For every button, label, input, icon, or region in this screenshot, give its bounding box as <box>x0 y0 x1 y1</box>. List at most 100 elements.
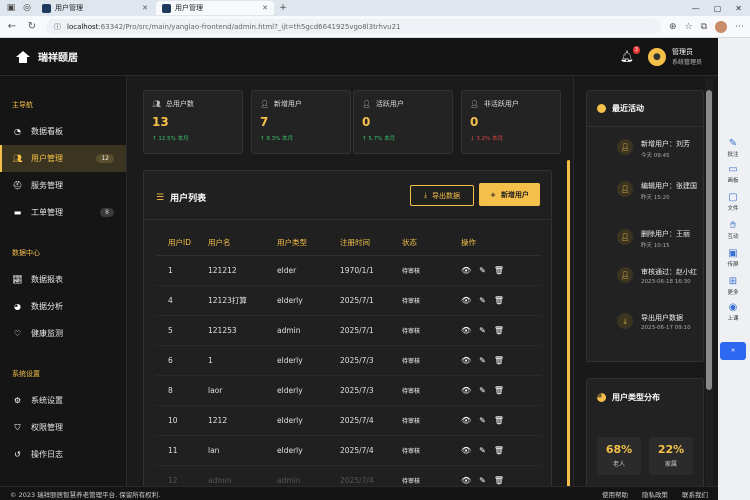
table-cell: 4 <box>156 285 208 316</box>
footer-link-contact[interactable]: 联系我们 <box>682 489 708 499</box>
delete-icon[interactable]: 🗑︎ <box>494 356 504 365</box>
window-menu-icon[interactable]: ▣ <box>4 1 18 15</box>
favorite-star-icon[interactable]: ☆ <box>684 22 692 32</box>
heartbeat-icon: ♡ <box>13 329 22 338</box>
scrollbar-thumb[interactable] <box>706 90 712 390</box>
users-icon: 👥︎ <box>152 100 161 108</box>
sidebar-item-services[interactable]: ⛑ 服务管理 <box>0 172 126 199</box>
minimize-button[interactable]: — <box>692 4 700 13</box>
edge-annotate-button[interactable]: ✎ 批注 <box>720 138 746 158</box>
user-menu[interactable]: ● 管理员 系统管理员 <box>647 47 702 66</box>
delete-icon[interactable]: 🗑︎ <box>494 266 504 275</box>
browser-globe-icon[interactable]: ◎ <box>20 1 34 15</box>
extensions-icon[interactable]: ⊕ <box>669 22 677 32</box>
delete-icon[interactable]: 🗑︎ <box>494 296 504 305</box>
profile-avatar[interactable] <box>715 20 727 33</box>
table-cell: admin <box>277 315 340 346</box>
delete-icon[interactable]: 🗑︎ <box>494 416 504 425</box>
view-icon[interactable]: 👁︎ <box>461 326 471 335</box>
sidebar-item-health[interactable]: ♡ 健康监测 <box>0 320 126 347</box>
refresh-icon[interactable]: ↻ <box>26 21 38 32</box>
edge-cast-button[interactable]: ▣ 传屏 <box>720 248 746 268</box>
close-window-button[interactable]: ✕ <box>735 4 742 13</box>
view-icon[interactable]: 👁︎ <box>461 446 471 455</box>
view-icon[interactable]: 👁︎ <box>461 266 471 275</box>
maximize-button[interactable]: ▢ <box>714 4 722 13</box>
column-header[interactable]: 用户名 <box>208 231 277 256</box>
sidebar-item-tickets[interactable]: ▬ 工单管理 8 <box>0 199 126 226</box>
edge-interact-button[interactable]: ✋︎ 互动 <box>720 220 746 240</box>
sidebar-item-dashboard[interactable]: ◔ 数据看板 <box>0 118 126 145</box>
edit-icon[interactable]: ✎ <box>479 326 486 335</box>
edit-icon[interactable]: ✎ <box>479 446 486 455</box>
back-icon[interactable]: ← <box>6 21 18 32</box>
view-icon[interactable]: 👁︎ <box>461 296 471 305</box>
edge-label: 批注 <box>727 152 739 158</box>
edge-file-button[interactable]: ▢ 文件 <box>720 192 746 212</box>
delete-icon[interactable]: 🗑︎ <box>494 446 504 455</box>
user-plus-icon: 👤︎ <box>260 100 269 108</box>
info-icon[interactable]: ⓘ <box>54 22 61 32</box>
app-title: 瑞祥颐居 <box>38 53 78 64</box>
activity-item[interactable]: 👤︎ 编辑用户：张建国 昨天 15:20 <box>617 181 699 201</box>
activity-item[interactable]: 👤︎ 删除用户：王丽 昨天 10:15 <box>617 229 699 249</box>
page-scrollbar[interactable] <box>705 78 713 498</box>
count-badge: 12 <box>96 154 114 163</box>
activity-item[interactable]: 👤︎ 新增用户：刘芳 今天 09:45 <box>617 139 699 159</box>
footer-link-help[interactable]: 使用帮助 <box>602 489 628 499</box>
sidebar-item-label: 权限管理 <box>31 423 63 432</box>
sidebar-item-settings[interactable]: ⚙ 系统设置 <box>0 387 126 414</box>
chart-icon: 📈︎ <box>12 275 23 284</box>
sidebar-item-reports[interactable]: 📈︎ 数据报表 <box>0 266 126 293</box>
activity-item[interactable]: 👤︎ 审核通过：赵小红 2023-06-18 16:30 <box>617 267 699 285</box>
more-menu-icon[interactable]: ⋯ <box>735 22 744 32</box>
edit-icon[interactable]: ✎ <box>479 386 486 395</box>
stat-trend: ↑ 8.3% 本月 <box>260 136 294 142</box>
edit-icon[interactable]: ✎ <box>479 296 486 305</box>
edge-app-button[interactable]: ✕ <box>720 342 746 360</box>
url-input[interactable]: ⓘ localhost:63342/Pro/src/main/yanglao-f… <box>46 19 661 34</box>
tab-close-icon[interactable]: ✕ <box>262 4 268 12</box>
delete-icon[interactable]: 🗑︎ <box>494 476 504 485</box>
sidebar-item-logs[interactable]: ↺ 操作日志 <box>0 441 126 468</box>
content-scroll-indicator[interactable] <box>567 160 570 490</box>
footer-link-privacy[interactable]: 隐私政策 <box>642 489 668 499</box>
sidebar-section-title: 主导航 <box>12 101 33 109</box>
delete-icon[interactable]: 🗑︎ <box>494 326 504 335</box>
column-header[interactable]: 状态 <box>402 231 461 256</box>
tab-close-icon[interactable]: ✕ <box>142 4 148 12</box>
delete-icon[interactable]: 🗑︎ <box>494 386 504 395</box>
view-icon[interactable]: 👁︎ <box>461 416 471 425</box>
collections-icon[interactable]: ⧉ <box>701 22 707 32</box>
edit-icon[interactable]: ✎ <box>479 476 486 485</box>
column-header[interactable]: 注册时间 <box>340 231 402 256</box>
browser-tab-2[interactable]: 用户管理 ✕ <box>156 1 274 15</box>
activity-item[interactable]: ⤓ 导出用户数据 2023-06-17 09:10 <box>617 313 711 331</box>
edit-icon[interactable]: ✎ <box>479 266 486 275</box>
sidebar-item-users[interactable]: 👥︎ 用户管理 12 <box>0 145 126 172</box>
sidebar-item-label: 数据看板 <box>31 127 63 136</box>
column-header[interactable]: 用户类型 <box>277 231 340 256</box>
dashboard-icon: ◔ <box>14 127 21 136</box>
sidebar-item-analysis[interactable]: ◕ 数据分析 <box>0 293 126 320</box>
view-icon[interactable]: 👁︎ <box>461 386 471 395</box>
edit-icon[interactable]: ✎ <box>479 416 486 425</box>
view-icon[interactable]: 👁︎ <box>461 476 471 485</box>
edit-icon[interactable]: ✎ <box>479 356 486 365</box>
edge-class-button[interactable]: ◉ 上课 <box>720 302 746 322</box>
table-row: 5 121253 admin 2025/7/1 待审核 👁︎ ✎ 🗑︎ <box>156 315 541 346</box>
edge-board-button[interactable]: ▭ 画板 <box>720 164 746 184</box>
notification-bell-icon[interactable]: 🔔︎ 3 <box>620 46 640 63</box>
status-badge: 待审核 <box>402 477 421 485</box>
app-logo[interactable]: 瑞祥颐居 <box>16 49 78 64</box>
new-tab-button[interactable]: + <box>276 1 290 15</box>
distribution-title: 用户类型分布 <box>612 392 660 402</box>
export-data-button[interactable]: ⤓ 导出数据 <box>410 185 474 206</box>
edge-more-button[interactable]: ⊞ 更多 <box>720 276 746 296</box>
add-user-button[interactable]: + 新增用户 <box>479 183 540 206</box>
view-icon[interactable]: 👁︎ <box>461 356 471 365</box>
tab-favicon <box>162 3 171 13</box>
column-header[interactable]: 用户ID <box>156 231 208 256</box>
browser-tab-1[interactable]: 用户管理 ✕ <box>36 1 154 15</box>
sidebar-item-permissions[interactable]: ⛉ 权限管理 <box>0 414 126 441</box>
